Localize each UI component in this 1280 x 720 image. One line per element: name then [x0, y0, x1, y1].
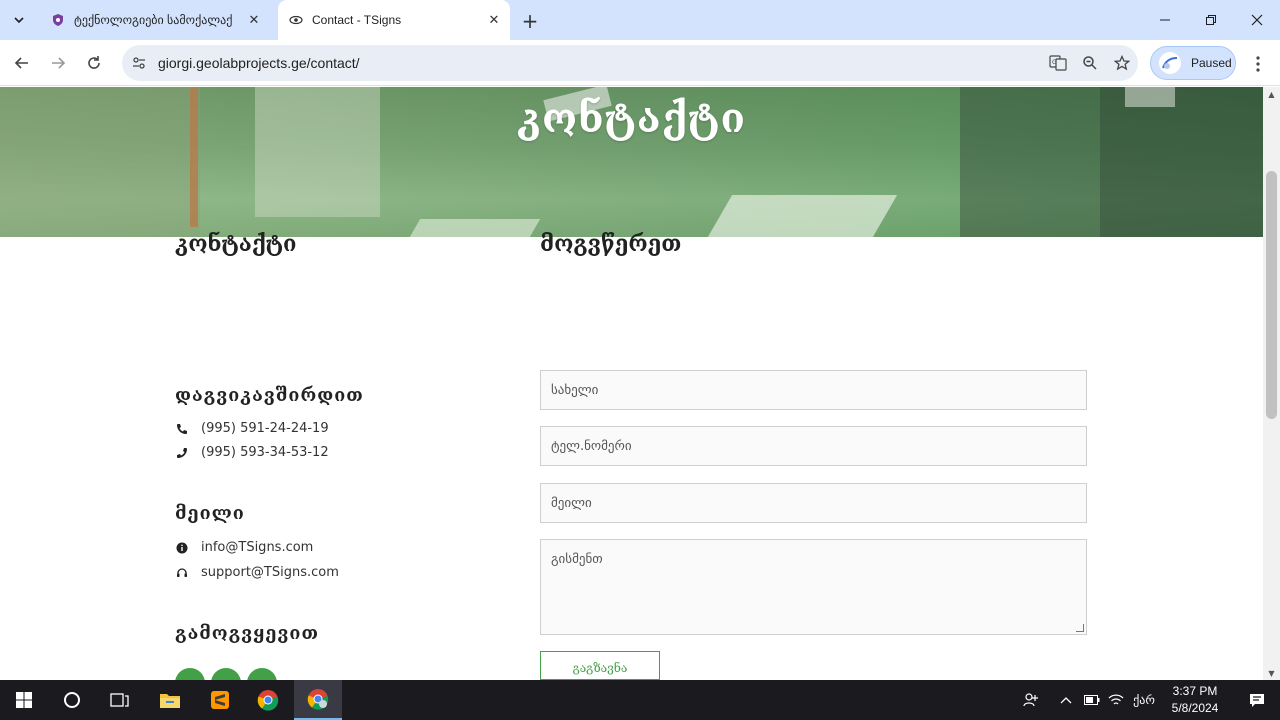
- people-icon[interactable]: [1018, 680, 1044, 720]
- hero-banner: კონტაქტი: [0, 87, 1263, 237]
- close-tab-icon[interactable]: ✕: [484, 10, 504, 30]
- chrome-button[interactable]: [244, 680, 292, 720]
- close-window-button[interactable]: [1234, 0, 1280, 40]
- phone-number: (995) 593-34-53-12: [201, 445, 329, 460]
- phone-alt-icon: [175, 446, 189, 460]
- close-icon: [1251, 14, 1263, 26]
- email-address: info@TSigns.com: [201, 540, 314, 555]
- name-placeholder: სახელი: [551, 382, 599, 398]
- battery-icon[interactable]: [1082, 680, 1102, 720]
- translate-icon[interactable]: G: [1042, 47, 1074, 79]
- send-button[interactable]: გაგზავნა: [540, 651, 660, 680]
- mail-heading: მეილი: [175, 503, 245, 524]
- chrome-icon: [257, 690, 279, 711]
- forward-button[interactable]: [43, 48, 73, 78]
- profile-button[interactable]: Paused: [1150, 46, 1236, 80]
- restore-icon: [1206, 15, 1216, 25]
- chrome-profile-button[interactable]: [294, 680, 342, 720]
- zoom-icon[interactable]: [1074, 47, 1106, 79]
- profile-status-label: Paused: [1191, 56, 1232, 70]
- file-explorer-button[interactable]: [146, 680, 194, 720]
- chrome-icon: [307, 689, 329, 710]
- wifi-icon[interactable]: [1106, 680, 1126, 720]
- task-view-button[interactable]: [96, 680, 144, 720]
- social-links: [175, 668, 277, 680]
- connect-heading: დაგვიკავშირდით: [175, 385, 364, 406]
- browser-menu-button[interactable]: [1246, 52, 1270, 76]
- tab-search-button[interactable]: [6, 7, 32, 33]
- cortana-circle-icon: [64, 692, 80, 708]
- taskbar: ქარ 3:37 PM 5/8/2024: [0, 680, 1280, 720]
- facebook-icon[interactable]: [175, 668, 205, 680]
- notification-icon: [1250, 694, 1264, 707]
- clock-date: 5/8/2024: [1171, 701, 1219, 715]
- address-bar[interactable]: giorgi.geolabprojects.ge/contact/ G: [122, 45, 1138, 81]
- email-row[interactable]: support@TSigns.com: [175, 565, 339, 580]
- minimize-button[interactable]: [1142, 0, 1188, 40]
- tab-title: Contact - TSigns: [312, 13, 402, 27]
- avatar: [1159, 52, 1181, 74]
- tab-technologies[interactable]: ტექნოლოგიები სამოქალაქ ✕: [40, 0, 270, 40]
- back-button[interactable]: [7, 48, 37, 78]
- arrow-left-icon: [14, 57, 28, 69]
- chevron-up-icon[interactable]: [1056, 680, 1076, 720]
- notification-center-button[interactable]: [1234, 680, 1280, 720]
- scrollbar-thumb[interactable]: [1266, 171, 1277, 419]
- phone-icon: [175, 422, 189, 436]
- tab-contact[interactable]: Contact - TSigns ✕: [278, 0, 510, 40]
- bookmark-star-icon[interactable]: [1106, 47, 1138, 79]
- browser-toolbar: giorgi.geolabprojects.ge/contact/ G Paus…: [0, 40, 1280, 86]
- scroll-down-icon[interactable]: ▼: [1263, 666, 1280, 680]
- page-title: კონტაქტი: [517, 95, 746, 142]
- tab-title: ტექნოლოგიები სამოქალაქ: [74, 13, 233, 27]
- language-indicator[interactable]: ქარ: [1130, 680, 1158, 720]
- restore-button[interactable]: [1188, 0, 1234, 40]
- linkedin-icon[interactable]: [247, 668, 277, 680]
- follow-heading: გამოგვყევით: [175, 623, 319, 644]
- contact-heading: კონტაქტი: [175, 231, 297, 257]
- name-input[interactable]: სახელი: [540, 370, 1087, 410]
- browser-tab-bar: ტექნოლოგიები სამოქალაქ ✕ Contact - TSign…: [0, 0, 1280, 40]
- search-button[interactable]: [48, 680, 96, 720]
- message-placeholder: გისმენთ: [551, 552, 603, 567]
- url-text[interactable]: giorgi.geolabprojects.ge/contact/: [158, 55, 1042, 71]
- info-icon: [175, 541, 189, 555]
- phone-placeholder: ტელ.ნომერი: [551, 438, 632, 454]
- site-settings-icon[interactable]: [128, 52, 150, 74]
- svg-text:G: G: [1052, 59, 1057, 66]
- arrow-right-icon: [52, 57, 66, 69]
- minimize-icon: [1160, 19, 1170, 21]
- email-address: support@TSigns.com: [201, 565, 339, 580]
- instagram-icon[interactable]: [211, 668, 241, 680]
- more-vertical-icon: [1256, 56, 1260, 72]
- headset-icon: [175, 566, 189, 580]
- email-row[interactable]: info@TSigns.com: [175, 540, 313, 555]
- page-scrollbar[interactable]: ▲ ▼: [1263, 87, 1280, 680]
- reload-icon: [88, 56, 100, 69]
- message-textarea[interactable]: გისმენთ: [540, 539, 1087, 635]
- shield-favicon-icon: [50, 12, 66, 28]
- task-view-icon: [110, 693, 129, 707]
- form-heading: მოგვწერეთ: [540, 231, 682, 257]
- clock-time: 3:37 PM: [1172, 684, 1218, 698]
- email-placeholder: მეილი: [551, 495, 592, 511]
- folder-icon: [160, 694, 180, 708]
- sublime-text-icon: [211, 691, 229, 709]
- chevron-down-icon: [14, 17, 24, 24]
- start-button[interactable]: [0, 680, 48, 720]
- close-tab-icon[interactable]: ✕: [244, 10, 264, 30]
- new-tab-button[interactable]: +: [518, 9, 542, 33]
- phone-number: (995) 591-24-24-19: [201, 421, 329, 436]
- phone-input[interactable]: ტელ.ნომერი: [540, 426, 1087, 466]
- resize-handle-icon[interactable]: [1076, 624, 1084, 632]
- phone-row[interactable]: (995) 593-34-53-12: [175, 445, 329, 460]
- eye-favicon-icon: [288, 12, 304, 28]
- windows-icon: [16, 692, 32, 708]
- phone-row[interactable]: (995) 591-24-24-19: [175, 421, 329, 436]
- sublime-text-button[interactable]: [196, 680, 244, 720]
- reload-button[interactable]: [79, 48, 109, 78]
- email-input[interactable]: მეილი: [540, 483, 1087, 523]
- scroll-up-icon[interactable]: ▲: [1263, 87, 1280, 101]
- clock[interactable]: 3:37 PM 5/8/2024: [1160, 683, 1230, 717]
